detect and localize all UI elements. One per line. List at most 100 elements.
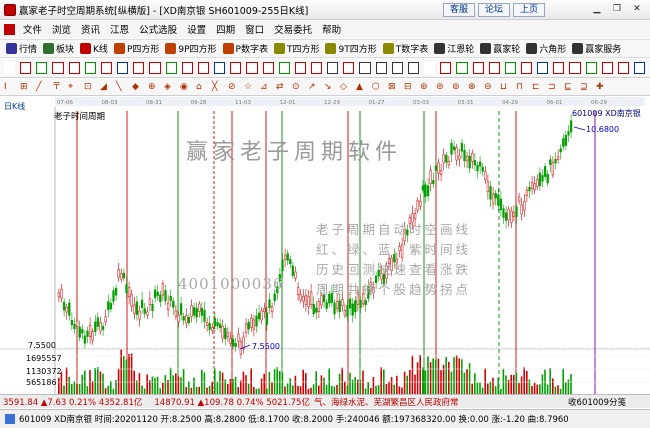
line-tool-icon[interactable]: ☆ <box>244 82 255 93</box>
drawing-tool-icon[interactable] <box>521 62 533 74</box>
service-link[interactable]: 客服 <box>443 3 475 17</box>
news-ticker[interactable]: 气、海绿水泥、芜湖繁昌区人民政府常 <box>314 396 459 408</box>
menu-periods[interactable]: 四期 <box>211 22 240 36</box>
line-tool-icon[interactable]: ⊜ <box>436 82 447 93</box>
drawing-tool-icon[interactable] <box>294 62 306 74</box>
toolbar-button[interactable]: P数字表 <box>222 42 268 55</box>
toolbar-button[interactable]: K线 <box>80 42 108 55</box>
drawing-tool-icon[interactable] <box>407 62 420 74</box>
line-tool-icon[interactable]: ⊙ <box>292 82 303 93</box>
drawing-tool-icon[interactable] <box>375 62 387 74</box>
line-tool-icon[interactable]: ⌂ <box>196 82 207 93</box>
drawing-tool-icon[interactable] <box>214 62 226 74</box>
drawing-tool-icon[interactable] <box>553 62 565 74</box>
drawing-tool-icon[interactable] <box>181 62 193 74</box>
restore-icon[interactable]: ❐ <box>608 3 626 16</box>
line-tool-icon[interactable]: ⊏ <box>532 82 543 93</box>
line-tool-icon[interactable]: ⬡ <box>372 82 383 93</box>
menu-gann[interactable]: 江恩 <box>105 22 134 36</box>
drawing-tool-icon[interactable] <box>84 62 96 74</box>
drawing-tool-icon[interactable] <box>585 62 597 74</box>
menu-info[interactable]: 资讯 <box>76 22 105 36</box>
line-tool-icon[interactable]: ⊟ <box>404 82 415 93</box>
status-right[interactable]: 收601009分笺 <box>568 396 626 408</box>
drawing-tool-icon[interactable] <box>262 62 274 74</box>
line-tool-icon[interactable]: ⊒ <box>580 82 591 93</box>
menu-app-icon[interactable] <box>4 23 15 35</box>
drawing-tool-icon[interactable] <box>278 62 290 74</box>
period-label[interactable]: 日K线 <box>4 101 25 112</box>
drawing-tool-icon[interactable] <box>327 62 339 74</box>
line-tool-icon[interactable]: ◈ <box>164 82 175 93</box>
drawing-tool-icon[interactable] <box>343 62 355 74</box>
drawing-tool-icon[interactable] <box>634 62 646 74</box>
drawing-tool-icon[interactable] <box>68 62 80 74</box>
drawing-tool-icon[interactable] <box>149 62 161 74</box>
drawing-tool-icon[interactable] <box>456 62 468 74</box>
drawing-tool-icon[interactable] <box>165 62 177 74</box>
menu-file[interactable]: 文件 <box>18 22 47 36</box>
line-tool-icon[interactable]: ◆ <box>132 82 143 93</box>
drawing-tool-icon[interactable] <box>100 62 113 74</box>
line-tool-icon[interactable]: ◇ <box>340 82 351 93</box>
drawing-tool-icon[interactable] <box>36 62 48 74</box>
minimize-icon[interactable]: ▁ <box>588 3 606 16</box>
forum-link[interactable]: 论坛 <box>478 3 510 17</box>
drawing-tool-icon[interactable] <box>537 62 549 74</box>
line-tool-icon[interactable]: ⊖ <box>484 82 495 93</box>
menu-settings[interactable]: 设置 <box>182 22 211 36</box>
line-tool-icon[interactable]: ◉ <box>180 82 191 93</box>
drawing-tool-icon[interactable] <box>197 62 210 74</box>
line-tool-icon[interactable]: ⊘ <box>228 82 239 93</box>
drawing-tool-icon[interactable] <box>601 62 613 74</box>
toolbar-button[interactable]: 板块 <box>43 42 74 55</box>
drawing-tool-icon[interactable] <box>4 62 16 74</box>
line-tool-icon[interactable]: ⇄ <box>276 82 287 93</box>
drawing-tool-icon[interactable] <box>391 62 403 74</box>
drawing-tool-icon[interactable] <box>617 62 630 74</box>
toolbar-button[interactable]: 赢家轮 <box>480 42 520 55</box>
drawing-tool-icon[interactable] <box>440 62 452 74</box>
line-tool-icon[interactable]: Ⅰ <box>4 82 15 93</box>
line-tool-icon[interactable]: ⊠ <box>388 82 399 93</box>
line-tool-icon[interactable]: ⊐ <box>548 82 559 93</box>
drawing-tool-icon[interactable] <box>230 62 242 74</box>
line-tool-icon[interactable]: ▲ <box>356 82 367 93</box>
line-tool-icon[interactable]: ╱ <box>36 82 47 93</box>
line-tool-icon[interactable]: ⊡ <box>84 82 95 93</box>
line-tool-icon[interactable]: ⊗ <box>468 82 479 93</box>
line-tool-icon[interactable]: ⊓ <box>516 82 527 93</box>
line-tool-icon[interactable]: ✚ <box>596 82 607 93</box>
sh-index[interactable]: 3591.84 ▲7.63 0.21% 4352.81亿 <box>3 396 142 408</box>
line-tool-icon[interactable]: 〒 <box>52 82 63 93</box>
line-tool-icon[interactable]: ⊚ <box>452 82 463 93</box>
drawing-tool-icon[interactable] <box>424 62 436 74</box>
line-tool-icon[interactable]: ╳ <box>212 82 223 93</box>
line-tool-icon[interactable]: ↗ <box>308 82 319 93</box>
prev-page-link[interactable]: 上页 <box>513 3 545 17</box>
line-tool-icon[interactable]: ↘ <box>324 82 335 93</box>
drawing-tool-icon[interactable] <box>117 62 129 74</box>
menu-window[interactable]: 窗口 <box>240 22 269 36</box>
menu-formula[interactable]: 公式选股 <box>134 22 182 36</box>
drawing-tool-icon[interactable] <box>569 62 581 74</box>
drawing-tool-icon[interactable] <box>52 62 64 74</box>
line-tool-icon[interactable]: ⊕ <box>148 82 159 93</box>
toolbar-button[interactable]: 9P四方形 <box>165 42 217 55</box>
toolbar-button[interactable]: 赢家服务 <box>572 42 621 55</box>
drawing-tool-icon[interactable] <box>20 62 32 74</box>
line-tool-icon[interactable]: ⊔ <box>500 82 511 93</box>
line-tool-icon[interactable]: ⊛ <box>420 82 431 93</box>
toolbar-button[interactable]: P四方形 <box>113 42 159 55</box>
toolbar-button[interactable]: 行情 <box>6 42 37 55</box>
toolbar-button[interactable]: 江恩轮 <box>434 42 474 55</box>
drawing-tool-icon[interactable] <box>488 62 500 74</box>
line-tool-icon[interactable]: ⊿ <box>260 82 271 93</box>
drawing-tool-icon[interactable] <box>246 62 258 74</box>
menu-trade[interactable]: 交易委托 <box>269 22 317 36</box>
line-tool-icon[interactable]: ⊑ <box>564 82 575 93</box>
close-icon[interactable]: ✕ <box>628 3 646 16</box>
toolbar-button[interactable]: 9T四方形 <box>325 42 377 55</box>
drawing-tool-icon[interactable] <box>310 62 323 74</box>
line-tool-icon[interactable]: ⌖ <box>68 82 79 93</box>
